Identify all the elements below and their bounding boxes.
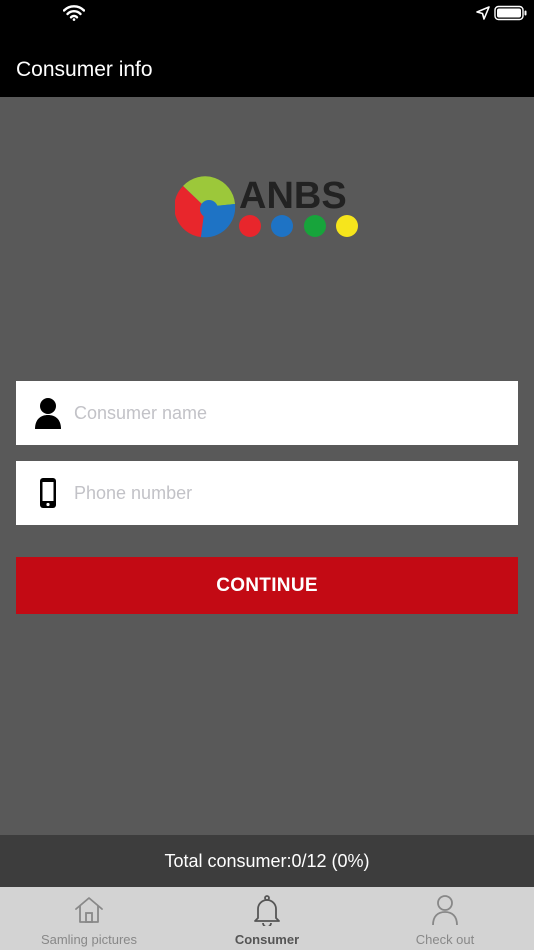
consumer-name-field[interactable] [16, 381, 518, 445]
tab-label: Check out [415, 932, 475, 947]
user-icon [35, 398, 61, 429]
location-arrow-icon [476, 6, 490, 20]
logo-text: ANBS [239, 176, 347, 217]
person-icon [432, 895, 458, 926]
logo-globe-icon [175, 176, 236, 238]
home-icon [75, 897, 103, 923]
phone-number-input[interactable] [74, 461, 504, 525]
anbs-logo: ANBS [175, 176, 358, 238]
logo-dot-blue [271, 215, 293, 237]
app-screen: Consumer info ANBS CONTINUE Total co [0, 0, 534, 950]
wifi-icon [63, 5, 85, 21]
bell-icon [254, 895, 280, 926]
tab-samling-pictures[interactable]: Samling pictures [0, 887, 178, 950]
logo-dot-yellow [336, 215, 358, 237]
continue-button[interactable]: CONTINUE [16, 557, 518, 614]
consumer-name-input[interactable] [74, 381, 504, 445]
tab-consumer[interactable]: Consumer [178, 887, 356, 950]
logo-dot-red [239, 215, 261, 237]
page-title: Consumer info [16, 58, 153, 81]
top-bar: Consumer info [0, 0, 534, 97]
total-consumer-summary: Total consumer:0/12 (0%) [0, 835, 534, 887]
logo-dot-green [304, 215, 326, 237]
tab-label: Consumer [234, 932, 300, 947]
tab-label: Samling pictures [40, 932, 138, 947]
mobile-phone-icon [40, 478, 56, 508]
tab-check-out[interactable]: Check out [356, 887, 534, 950]
phone-number-field[interactable] [16, 461, 518, 525]
battery-icon [494, 5, 527, 21]
tab-bar: Samling pictures Consumer Check out [0, 887, 534, 950]
